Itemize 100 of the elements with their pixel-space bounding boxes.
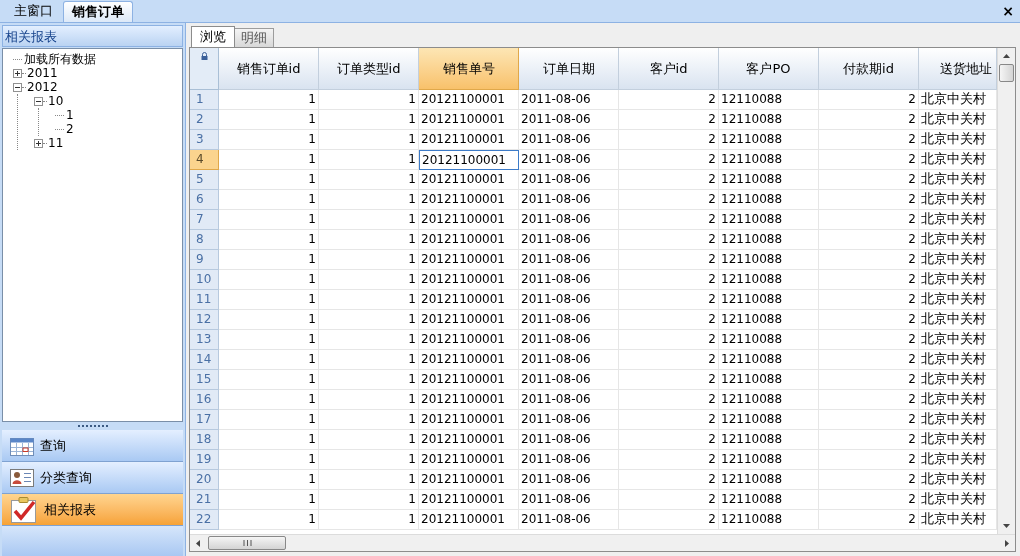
tree-item[interactable]: 2012 — [27, 80, 58, 94]
table-cell: 1 — [319, 150, 419, 170]
table-cell: 12110088 — [719, 90, 819, 110]
minus-box-icon[interactable] — [13, 82, 22, 92]
table-cell: 1 — [219, 190, 319, 210]
row-number[interactable]: 10 — [190, 270, 219, 290]
table-cell: 2011-08-06 — [519, 130, 619, 150]
table-cell: 1 — [319, 230, 419, 250]
tree-item[interactable]: 1 — [66, 108, 74, 122]
row-number[interactable]: 11 — [190, 290, 219, 310]
column-header[interactable]: 销售单号 — [419, 48, 519, 90]
checklist-icon — [10, 495, 38, 524]
table-cell: 2 — [619, 370, 719, 390]
row-number[interactable]: 22 — [190, 510, 219, 530]
minus-box-icon[interactable] — [34, 96, 43, 106]
horizontal-scrollbar[interactable] — [190, 534, 1015, 551]
table-cell: 20121100001 — [419, 170, 519, 190]
tree-item[interactable]: 11 — [48, 136, 64, 150]
scroll-thumb[interactable] — [208, 536, 286, 550]
document-tab[interactable]: 销售订单 — [63, 1, 133, 22]
row-number[interactable]: 21 — [190, 490, 219, 510]
table-cell: 2 — [819, 270, 919, 290]
column-header[interactable]: 客户id — [619, 48, 719, 90]
table-cell: 2011-08-06 — [519, 290, 619, 310]
table-cell: 2 — [619, 410, 719, 430]
table-cell: 1 — [219, 490, 319, 510]
plus-box-icon[interactable] — [34, 138, 43, 148]
nav-button[interactable]: 分类查询 — [2, 462, 183, 494]
scroll-up-icon[interactable] — [1003, 54, 1010, 58]
view-tab[interactable]: 明细 — [235, 28, 274, 47]
table-cell: 2 — [819, 150, 919, 170]
table-cell: 20121100001 — [419, 110, 519, 130]
table-cell: 20121100001 — [419, 330, 519, 350]
table-cell: 12110088 — [719, 270, 819, 290]
tree-item[interactable]: 2011 — [27, 66, 58, 80]
plus-box-icon[interactable] — [13, 68, 22, 78]
table-cell: 2 — [619, 390, 719, 410]
scroll-thumb[interactable] — [999, 64, 1014, 82]
table-cell: 1 — [219, 130, 319, 150]
row-number[interactable]: 14 — [190, 350, 219, 370]
scroll-down-icon[interactable] — [1003, 524, 1010, 528]
table-cell: 12110088 — [719, 330, 819, 350]
table-cell: 20121100001 — [419, 490, 519, 510]
column-header[interactable]: 客户PO — [719, 48, 819, 90]
row-number[interactable]: 15 — [190, 370, 219, 390]
row-number[interactable]: 2 — [190, 110, 219, 130]
table-cell: 2011-08-06 — [519, 170, 619, 190]
row-number[interactable]: 20 — [190, 470, 219, 490]
close-button[interactable]: × — [1002, 4, 1020, 18]
column-header[interactable]: 销售订单id — [219, 48, 319, 90]
panel-title: 相关报表 — [2, 25, 183, 47]
row-number[interactable]: 5 — [190, 170, 219, 190]
tree-item[interactable]: 10 — [48, 94, 64, 108]
view-tab[interactable]: 浏览 — [191, 26, 235, 47]
row-number[interactable]: 13 — [190, 330, 219, 350]
table-cell: 2011-08-06 — [519, 110, 619, 130]
table-cell: 20121100001 — [419, 350, 519, 370]
table-cell: 12110088 — [719, 490, 819, 510]
tree-item[interactable]: 2 — [66, 122, 74, 136]
tree-item[interactable]: 加载所有数据 — [24, 52, 96, 66]
column-header[interactable]: 付款期id — [819, 48, 919, 90]
nav-button[interactable]: 相关报表 — [2, 494, 183, 526]
table-cell: 1 — [319, 350, 419, 370]
table-cell: 1 — [319, 130, 419, 150]
lock-icon[interactable] — [200, 52, 208, 60]
row-number[interactable]: 19 — [190, 450, 219, 470]
column-header[interactable]: 送货地址 — [919, 48, 997, 90]
row-number[interactable]: 12 — [190, 310, 219, 330]
row-number[interactable]: 16 — [190, 390, 219, 410]
table-cell: 2 — [819, 310, 919, 330]
row-number[interactable]: 18 — [190, 430, 219, 450]
nav-button[interactable]: 查询 — [2, 430, 183, 462]
table-cell: 2 — [619, 290, 719, 310]
row-number[interactable]: 3 — [190, 130, 219, 150]
table-cell: 20121100001 — [419, 270, 519, 290]
table-cell: 2011-08-06 — [519, 470, 619, 490]
row-number[interactable]: 7 — [190, 210, 219, 230]
scroll-right-icon[interactable] — [1005, 539, 1009, 547]
row-number[interactable]: 9 — [190, 250, 219, 270]
scroll-left-icon[interactable] — [196, 539, 200, 547]
table-cell: 12110088 — [719, 450, 819, 470]
column-header[interactable]: 订单类型id — [319, 48, 419, 90]
table-cell: 2 — [619, 350, 719, 370]
table-cell: 1 — [319, 190, 419, 210]
row-number[interactable]: 8 — [190, 230, 219, 250]
document-tab[interactable]: 主窗口 — [4, 1, 63, 22]
table-cell: 1 — [319, 170, 419, 190]
table-cell: 2011-08-06 — [519, 310, 619, 330]
column-header[interactable]: 订单日期 — [519, 48, 619, 90]
vertical-scrollbar[interactable] — [997, 48, 1015, 534]
table-cell: 20121100001 — [419, 210, 519, 230]
row-number[interactable]: 6 — [190, 190, 219, 210]
table-cell: 12110088 — [719, 110, 819, 130]
table-cell: 2 — [619, 330, 719, 350]
row-number[interactable]: 4 — [190, 150, 219, 170]
row-number[interactable]: 17 — [190, 410, 219, 430]
row-number[interactable]: 1 — [190, 90, 219, 110]
table-cell: 2 — [819, 230, 919, 250]
table-cell: 2011-08-06 — [519, 490, 619, 510]
table-cell: 2011-08-06 — [519, 90, 619, 110]
